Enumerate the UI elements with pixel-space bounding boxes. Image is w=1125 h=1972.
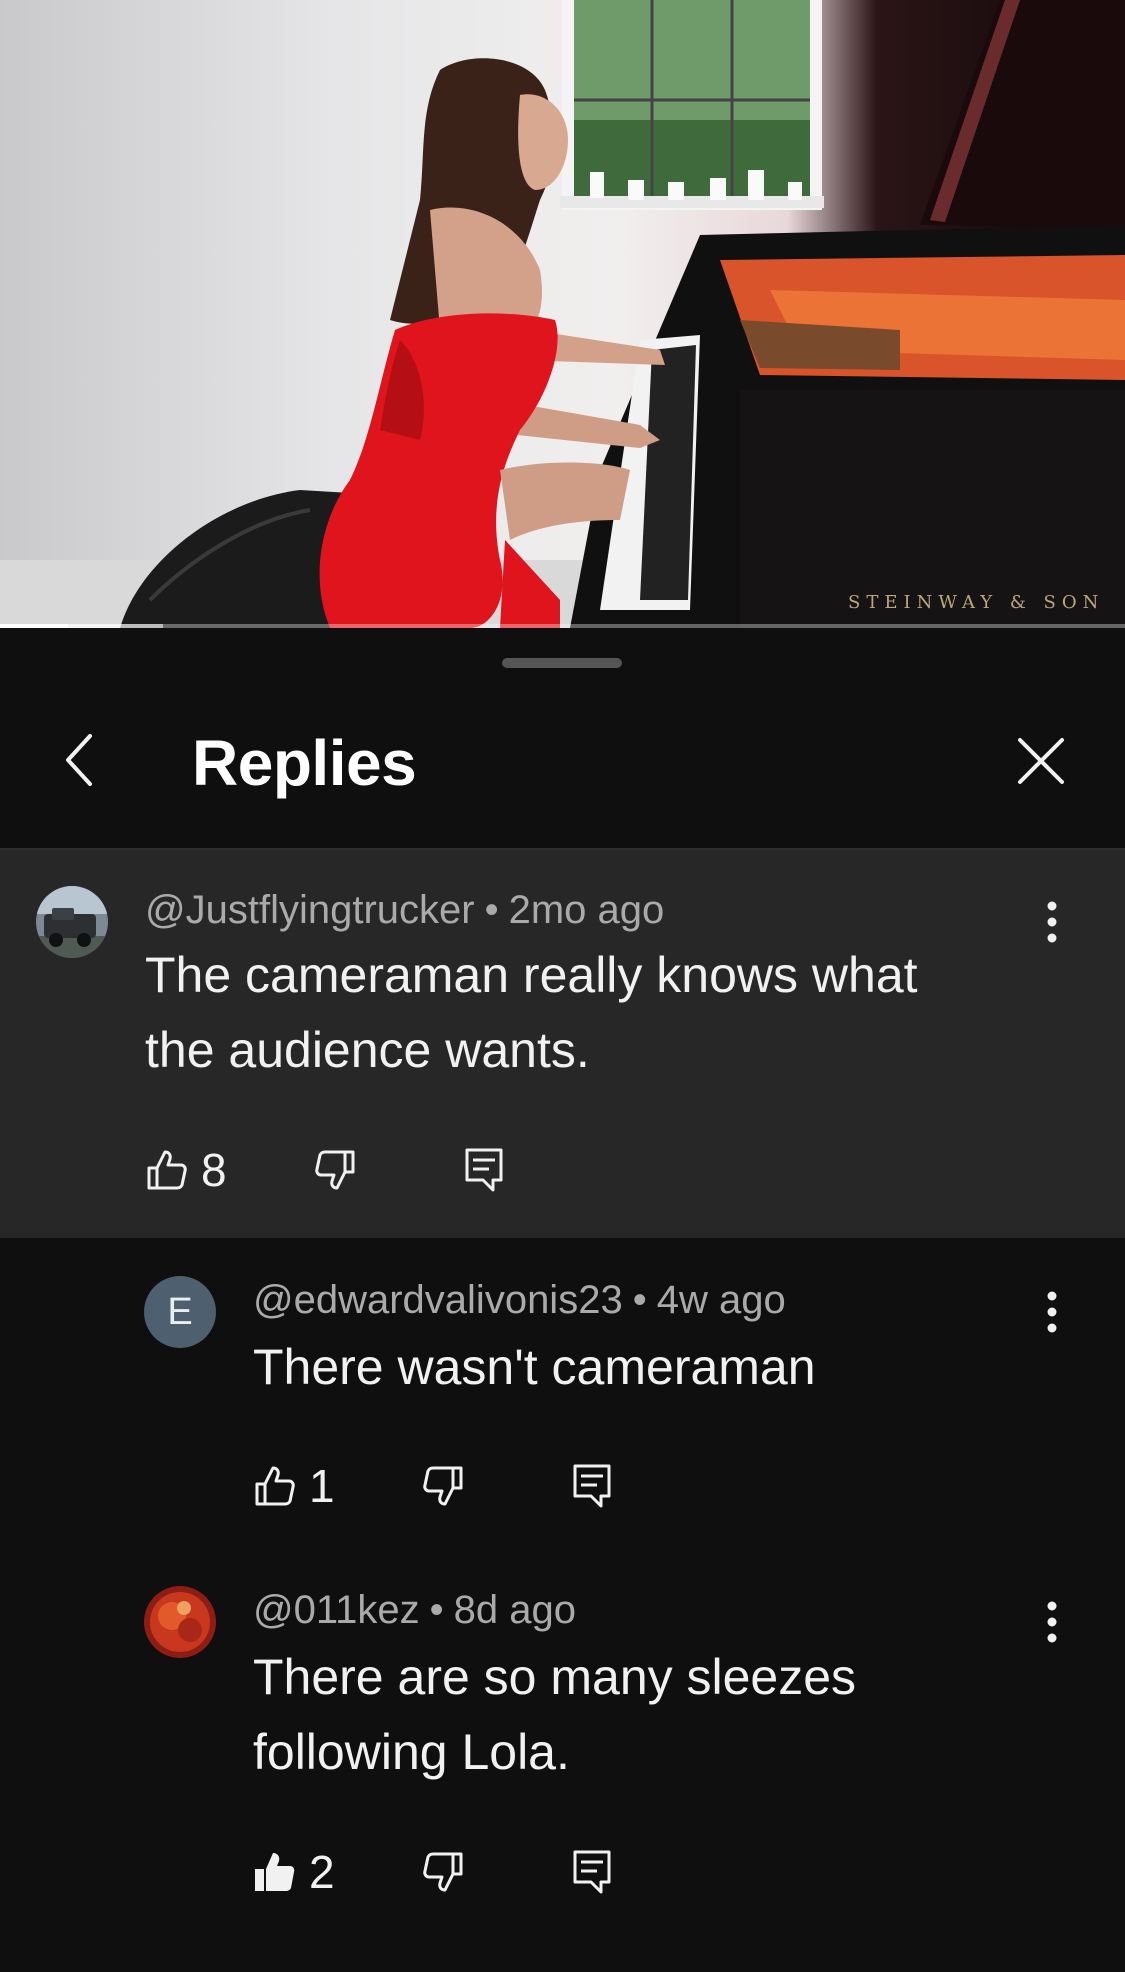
thumbs-down-icon (423, 1852, 463, 1892)
meta-separator: • (484, 888, 499, 932)
thumbs-up-icon (147, 1150, 187, 1190)
page-title: Replies (192, 727, 417, 799)
reply-comment: E @edwardvalivonis23 • 4w ago There wasn't… (0, 1238, 1125, 1548)
comment-time: 8d ago (453, 1588, 576, 1632)
video-progress-bar[interactable] (0, 624, 1125, 628)
piano-brand-text: STEINWAY & SON (848, 592, 1104, 613)
more-options-button[interactable] (1032, 892, 1072, 952)
like-button-active[interactable]: 2 (253, 1842, 335, 1902)
reply-comment-icon (465, 1148, 503, 1192)
comment-time: 4w ago (656, 1278, 786, 1322)
comment-text: There wasn't cameraman (253, 1330, 1113, 1405)
comment-text: There are so many sleezes following Lola… (253, 1640, 1113, 1790)
thumbs-up-filled-icon (255, 1853, 295, 1891)
avatar[interactable] (144, 1586, 216, 1658)
comment-meta: @Justflyingtrucker • 2mo ago (145, 888, 664, 933)
comment-author[interactable]: @Justflyingtrucker (145, 888, 475, 932)
comment-actions: 1 (253, 1456, 653, 1516)
progress-played (0, 624, 68, 628)
thumbs-down-icon (423, 1466, 463, 1506)
reply-button[interactable] (571, 1456, 615, 1516)
dislike-button[interactable] (313, 1140, 357, 1200)
like-count: 8 (201, 1144, 227, 1196)
avatar[interactable] (36, 886, 108, 958)
chevron-left-icon (66, 734, 92, 786)
dislike-button[interactable] (421, 1456, 465, 1516)
sheet-header: Replies (0, 690, 1125, 828)
comment-time: 2mo ago (508, 888, 665, 932)
parent-comment: @Justflyingtrucker • 2mo ago The cameraman… (0, 850, 1125, 1238)
video-frame: STEINWAY & SON (0, 0, 1125, 628)
comment-actions: 8 (145, 1140, 545, 1200)
reply-comment: @011kez • 8d ago There are so many sleezes… (0, 1548, 1125, 1948)
comment-text-line: There are so many sleezes (253, 1649, 857, 1705)
close-button[interactable] (1010, 730, 1070, 790)
comment-author[interactable]: @edwardvalivonis23 (253, 1278, 623, 1322)
reply-comment-icon (573, 1850, 611, 1894)
like-button[interactable]: 1 (253, 1456, 335, 1516)
avatar[interactable]: E (144, 1276, 216, 1348)
comment-meta: @011kez • 8d ago (253, 1588, 576, 1633)
comment-text-line: following Lola. (253, 1724, 570, 1780)
video-player[interactable]: STEINWAY & SON (0, 0, 1125, 628)
comment-text-line: the audience wants. (145, 1022, 590, 1078)
reply-comment-icon (573, 1464, 611, 1508)
comment-text: The cameraman really knows what the audi… (145, 938, 1005, 1088)
dislike-button[interactable] (421, 1842, 465, 1902)
like-count: 1 (309, 1460, 335, 1512)
close-icon (1018, 738, 1064, 784)
drag-handle[interactable] (502, 658, 622, 668)
back-button[interactable] (52, 730, 112, 790)
comment-meta: @edwardvalivonis23 • 4w ago (253, 1278, 786, 1323)
comment-text-line: The cameraman really knows what (145, 947, 918, 1003)
replies-sheet: Replies @Justflyingtrucker • 2mo ago The… (0, 634, 1125, 1972)
like-count: 2 (309, 1846, 335, 1898)
reply-button[interactable] (571, 1842, 615, 1902)
like-button[interactable]: 8 (145, 1140, 227, 1200)
meta-separator: • (429, 1588, 444, 1632)
reply-button[interactable] (463, 1140, 507, 1200)
thumbs-down-icon (315, 1150, 355, 1190)
avatar-image-red (144, 1586, 216, 1658)
avatar-image-truck (36, 886, 108, 958)
thumbs-up-icon (255, 1466, 295, 1506)
comment-author[interactable]: @011kez (253, 1588, 420, 1632)
more-vertical-icon (1047, 901, 1057, 943)
meta-separator: • (632, 1278, 647, 1322)
comment-actions: 2 (253, 1842, 653, 1902)
comment-text-line: There wasn't cameraman (253, 1339, 816, 1395)
